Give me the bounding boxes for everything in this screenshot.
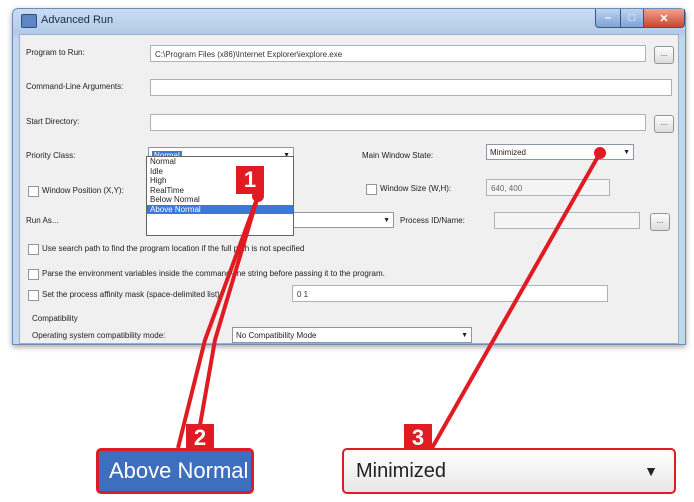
- zoom-minimized: Minimized ▼: [342, 448, 676, 494]
- callout-badge-1: 1: [236, 166, 264, 194]
- callout-lines: [176, 147, 606, 449]
- callout-line-2: [194, 195, 260, 449]
- zoom-above-normal: Above Normal: [96, 448, 254, 494]
- callout-line-3: [430, 152, 602, 449]
- chevron-down-icon: ▼: [644, 463, 658, 479]
- zoom-minimized-text: Minimized: [356, 460, 447, 482]
- callout-dot-3: [594, 147, 606, 159]
- zoom-above-normal-text: Above Normal: [109, 458, 249, 483]
